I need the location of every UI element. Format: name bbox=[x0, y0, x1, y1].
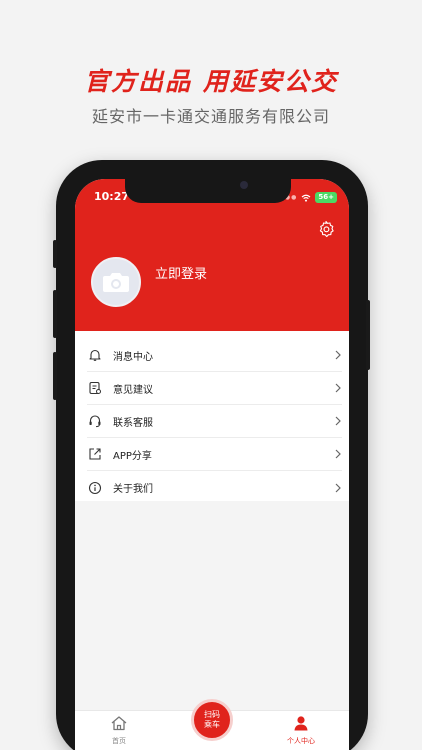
scan-button-line1: 扫码 bbox=[204, 710, 220, 719]
menu-label: 消息中心 bbox=[113, 351, 153, 363]
phone-volume-up bbox=[53, 290, 57, 338]
wifi-icon bbox=[301, 194, 311, 202]
nav-home[interactable]: 首页 bbox=[89, 715, 149, 746]
menu-label: 关于我们 bbox=[113, 484, 153, 495]
settings-gear-icon[interactable] bbox=[317, 220, 335, 238]
nav-profile-label: 个人中心 bbox=[287, 737, 315, 745]
phone-notch bbox=[125, 179, 291, 203]
login-link[interactable]: 立即登录 bbox=[155, 263, 207, 282]
camera-icon bbox=[103, 273, 129, 292]
info-icon bbox=[87, 480, 103, 496]
headset-icon bbox=[87, 413, 103, 429]
battery-badge: 56+ bbox=[315, 192, 337, 203]
menu-item-about-us[interactable]: 关于我们 bbox=[87, 471, 342, 504]
scan-button-line2: 乘车 bbox=[204, 720, 220, 729]
menu-item-feedback[interactable]: 意见建议 bbox=[87, 372, 342, 405]
promo-title: 官方出品 用延安公交 bbox=[84, 67, 338, 96]
menu-list: 消息中心 意见建议 联系客服 APP分享 关于我们 bbox=[75, 331, 349, 501]
user-icon bbox=[294, 716, 308, 731]
promo-subtitle: 延安市一卡通交通服务有限公司 bbox=[91, 107, 330, 126]
status-time: 10:27 bbox=[94, 190, 130, 203]
menu-label: APP分享 bbox=[113, 450, 152, 462]
chevron-right-icon bbox=[335, 483, 341, 492]
bell-icon bbox=[87, 347, 103, 363]
home-icon bbox=[111, 716, 127, 731]
front-camera bbox=[240, 181, 248, 189]
phone-mute-switch bbox=[53, 240, 57, 268]
nav-profile[interactable]: 个人中心 bbox=[271, 715, 331, 746]
chevron-right-icon bbox=[335, 416, 341, 426]
menu-item-share-app[interactable]: APP分享 bbox=[87, 438, 342, 471]
avatar[interactable] bbox=[91, 257, 141, 307]
menu-item-messages[interactable]: 消息中心 bbox=[87, 339, 342, 372]
menu-label: 意见建议 bbox=[113, 384, 153, 396]
nav-home-label: 首页 bbox=[112, 737, 126, 745]
app-screen: 10:27 ●●●● 56+ 立即登录 bbox=[75, 179, 349, 750]
share-icon bbox=[87, 446, 103, 462]
feedback-icon bbox=[87, 380, 103, 396]
phone-volume-down bbox=[53, 352, 57, 400]
chevron-right-icon bbox=[335, 383, 341, 393]
chevron-right-icon bbox=[335, 350, 341, 360]
menu-label: 联系客服 bbox=[113, 417, 153, 429]
menu-item-customer-service[interactable]: 联系客服 bbox=[87, 405, 342, 438]
scan-ride-button[interactable]: 扫码 乘车 bbox=[191, 699, 233, 741]
chevron-right-icon bbox=[335, 449, 341, 459]
phone-power-button bbox=[366, 300, 370, 370]
